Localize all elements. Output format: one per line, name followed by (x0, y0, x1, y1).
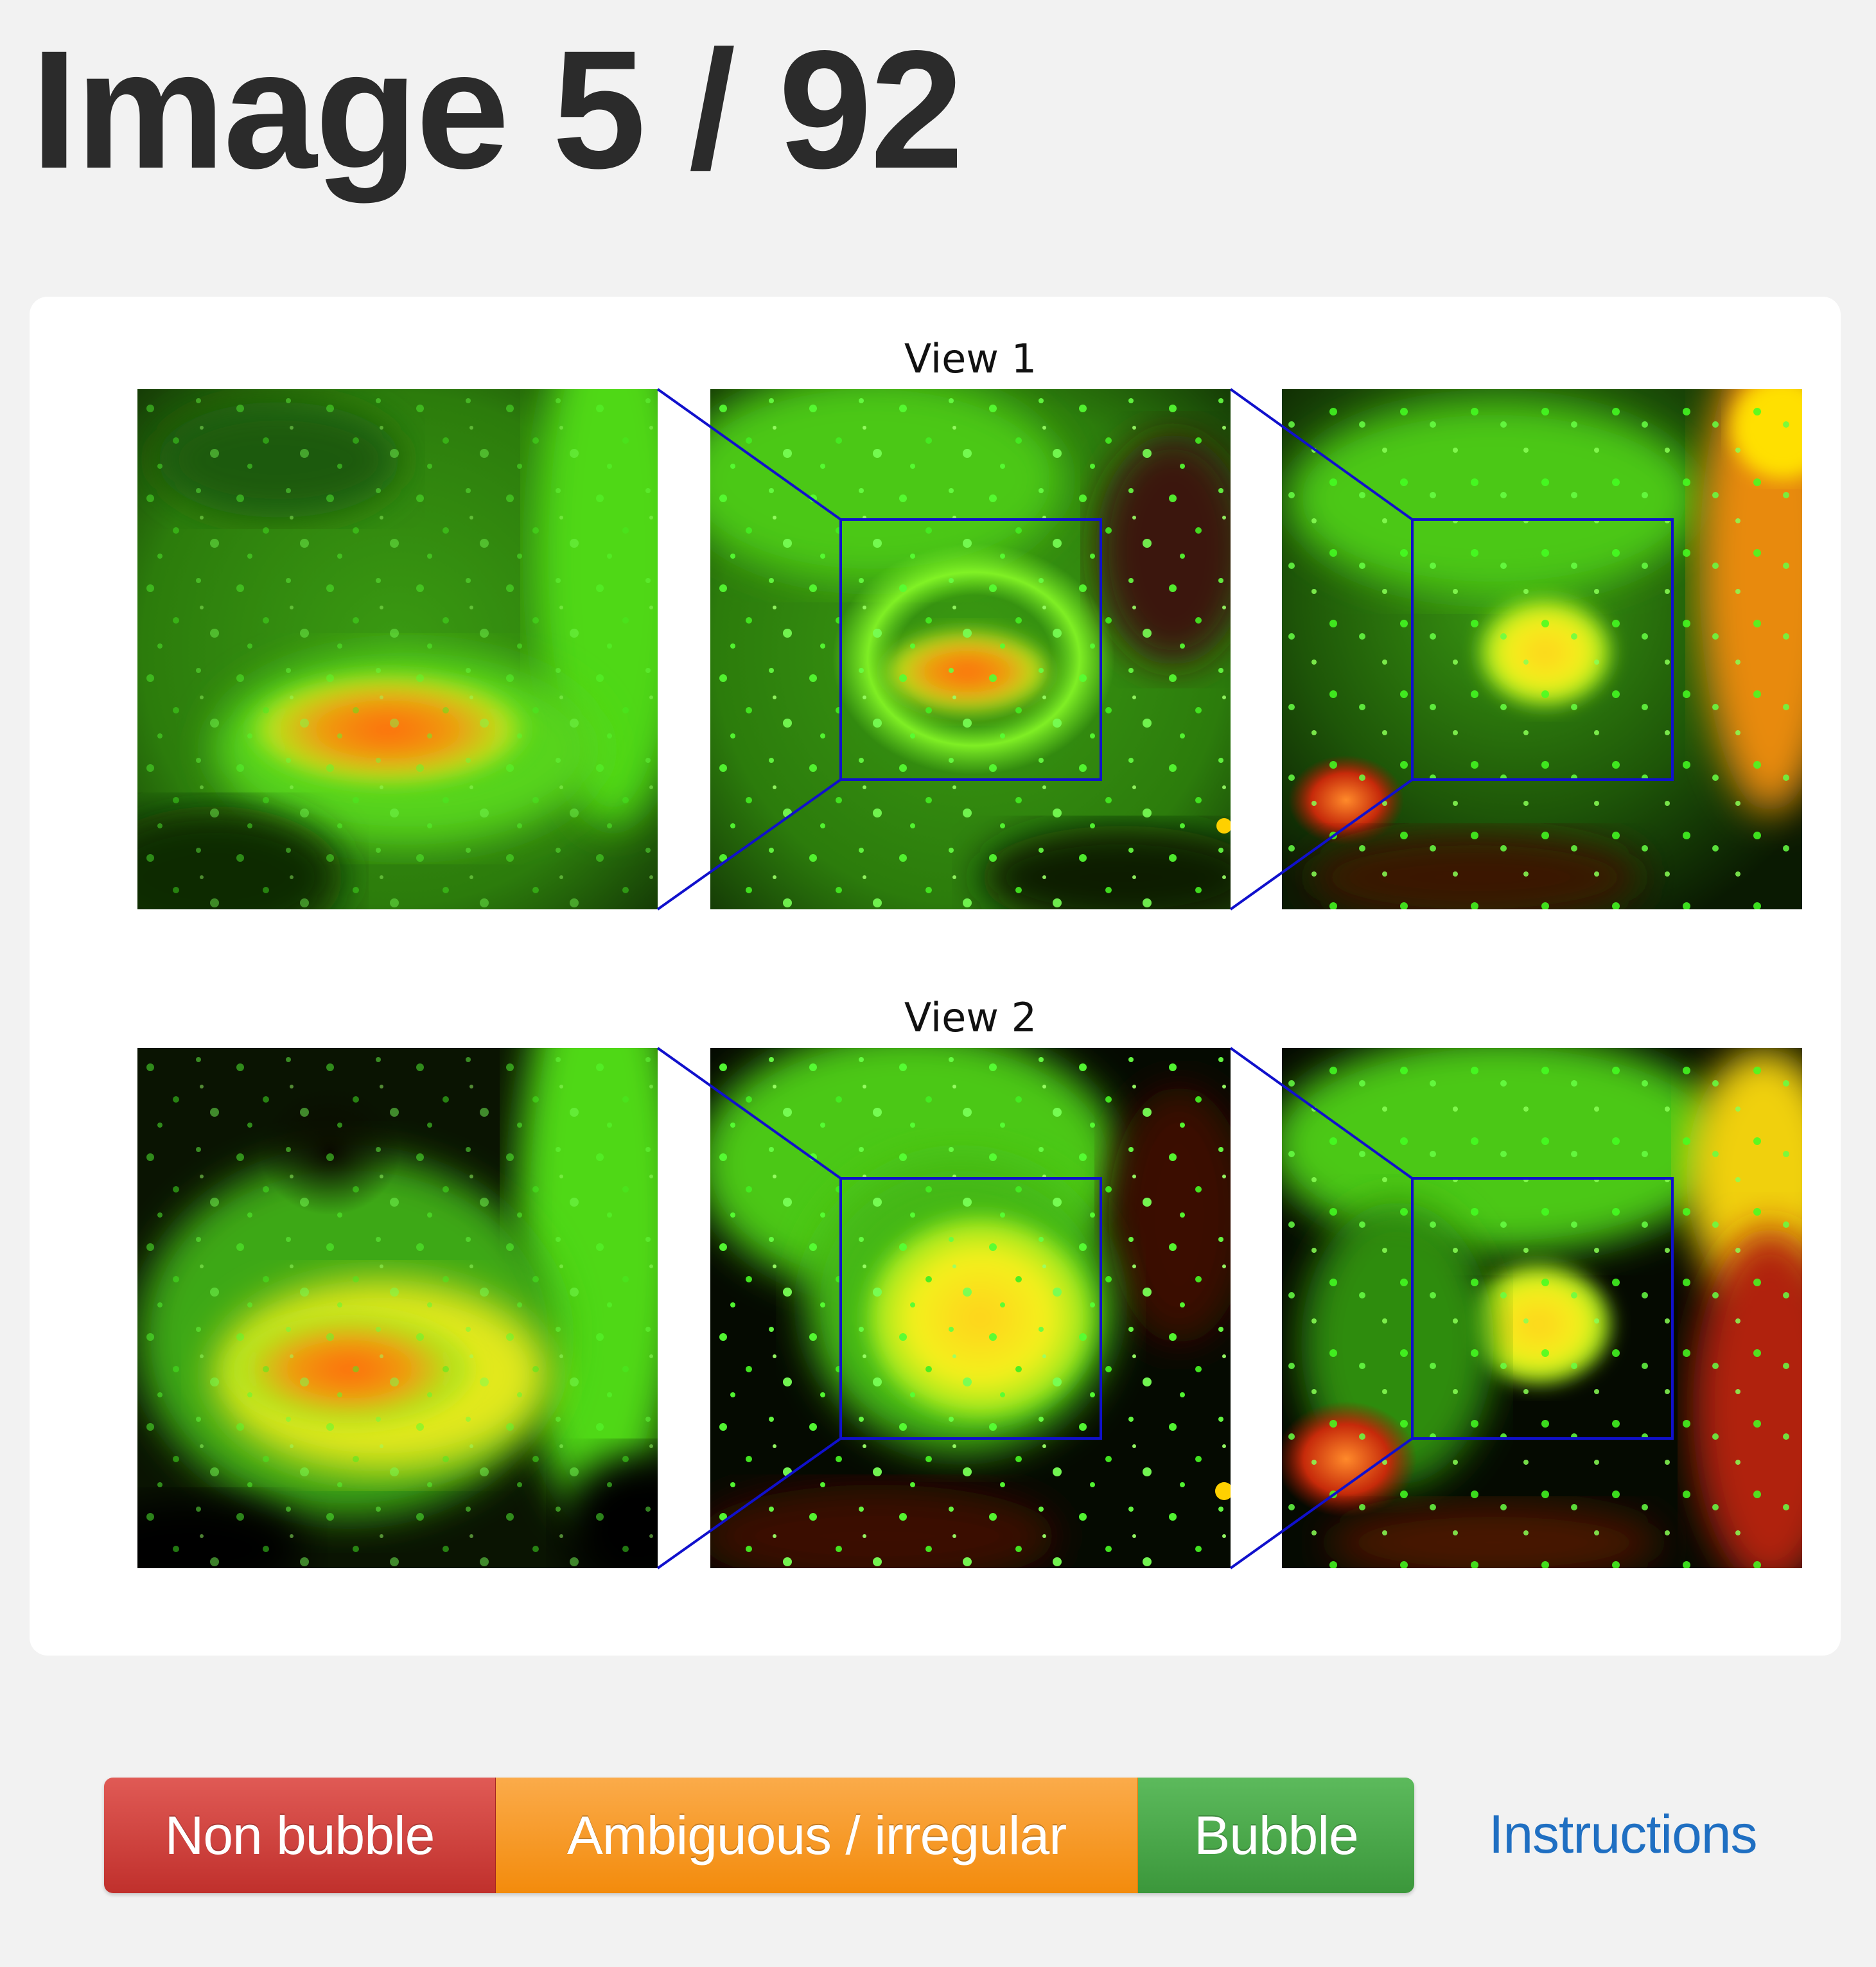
view-1-wide-image (1282, 389, 1802, 909)
classification-button-group: Non bubble Ambiguous / irregular Bubble (104, 1778, 1414, 1893)
bubble-button[interactable]: Bubble (1138, 1778, 1414, 1893)
page-title: Image 5 / 92 (31, 15, 964, 204)
view-1-mid-image (710, 389, 1231, 909)
view-1-zoom-image (137, 389, 658, 909)
view-2-wide-image (1282, 1048, 1802, 1568)
view-2-label: View 2 (904, 994, 1037, 1041)
view-1-label: View 1 (904, 335, 1037, 382)
view-2-zoom-image (137, 1048, 658, 1568)
non-bubble-button[interactable]: Non bubble (104, 1778, 496, 1893)
view-2-mid-image (710, 1048, 1231, 1568)
image-panel: View 1 View 2 (30, 297, 1841, 1656)
instructions-link[interactable]: Instructions (1489, 1803, 1758, 1866)
ambiguous-irregular-button[interactable]: Ambiguous / irregular (496, 1778, 1138, 1893)
